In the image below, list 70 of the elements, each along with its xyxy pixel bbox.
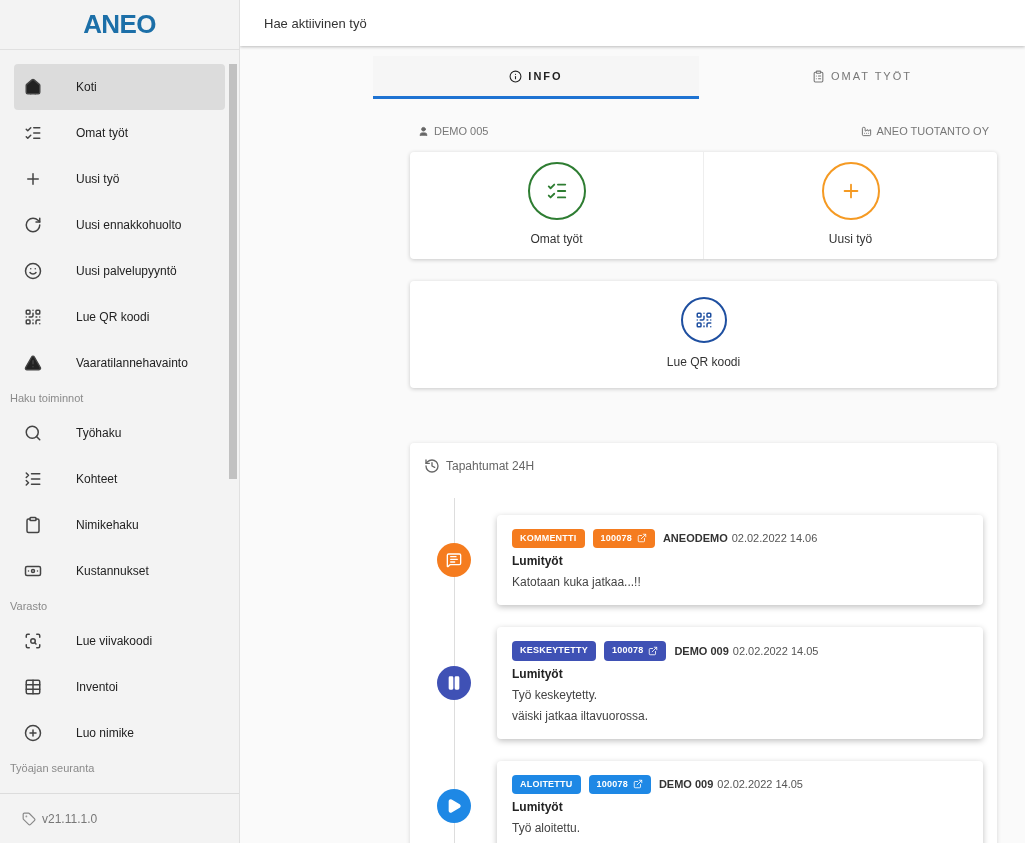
status-badge: ALOITETTU <box>512 774 581 794</box>
sidebar-item[interactable]: Kustannukset <box>14 548 225 594</box>
event-user: DEMO 009 <box>658 777 714 792</box>
history-icon <box>424 457 440 474</box>
plus-icon <box>24 170 42 188</box>
search-icon <box>24 424 42 442</box>
pause-icon <box>446 674 462 691</box>
status-badge: KESKEYTETTY <box>512 641 596 661</box>
event-text: väiski jatkaa iltavuorossa. <box>512 707 650 725</box>
person-icon <box>418 125 429 137</box>
clipboard-icon <box>24 516 42 534</box>
table-icon <box>24 678 42 696</box>
work-number-link[interactable]: 100078 <box>588 774 651 794</box>
info-icon <box>509 69 523 83</box>
user-name: DEMO 005 <box>434 124 489 139</box>
sidebar-item[interactable]: Luo nimike <box>14 710 225 756</box>
event-text: Katotaan kuka jatkaa...!! <box>512 574 642 591</box>
clipboard-icon <box>812 69 825 83</box>
qr-action-button[interactable]: Lue QR koodi <box>410 280 997 388</box>
list-icon <box>24 124 42 142</box>
company-name: ANEO TUOTANTO OY <box>876 124 989 139</box>
event-user: DEMO 009 <box>674 643 729 659</box>
tab[interactable]: INFO <box>373 56 699 99</box>
event-time: 02.02.2022 14.05 <box>717 777 803 792</box>
event-time: 02.02.2022 14.06 <box>731 531 818 546</box>
factory-icon <box>860 125 872 137</box>
sidebar-item[interactable]: Työhaku <box>14 410 225 456</box>
sidebar-item[interactable]: Nimikehaku <box>14 502 225 548</box>
version-label: v21.11.1.0 <box>42 810 98 828</box>
sidebar-item[interactable]: Uusi työ <box>14 156 225 202</box>
search-field[interactable]: Hae aktiivinen työ <box>240 0 1025 46</box>
section-label: Haku toiminnot <box>10 390 85 406</box>
tab[interactable]: OMAT TYÖT <box>699 56 1025 99</box>
sidebar-item[interactable]: Inventoi <box>14 664 225 710</box>
qr-code-icon <box>24 308 42 326</box>
action-button[interactable]: Omat työt <box>410 151 704 259</box>
sidebar-item[interactable]: Koti <box>14 64 225 110</box>
external-link-icon <box>636 533 647 544</box>
comment-icon <box>446 551 462 568</box>
sidebar-item[interactable]: Vaaratilannehavainto <box>14 340 225 386</box>
list-card-icon <box>24 470 42 488</box>
action-button[interactable]: Uusi työ <box>704 151 997 259</box>
scan-icon <box>24 632 42 650</box>
external-link-icon <box>648 645 659 656</box>
sidebar-item[interactable]: Uusi ennakkohuolto <box>14 202 225 248</box>
sidebar-item[interactable]: Omat työt <box>14 110 225 156</box>
event-user: ANEODEMO <box>662 531 728 546</box>
sidebar-item[interactable]: Lue viivakoodi <box>14 618 225 664</box>
play-icon <box>446 797 462 814</box>
face-icon <box>24 262 42 280</box>
home-icon <box>24 78 42 96</box>
tag-icon <box>22 811 36 826</box>
logo: ANEO <box>83 8 156 41</box>
section-label: Työajan seuranta <box>10 760 96 776</box>
event-text: Työ aloitettu. <box>512 820 582 837</box>
event-title: Lumityöt <box>512 665 564 683</box>
status-badge: KOMMENTTI <box>512 528 585 548</box>
events-title: Tapahtumat 24H <box>446 457 535 475</box>
circle-plus-icon <box>24 724 42 742</box>
event-title: Lumityöt <box>512 799 564 816</box>
work-number-link[interactable]: 100078 <box>604 641 667 661</box>
event-text: Työ keskeytetty. <box>512 686 599 704</box>
sidebar-item[interactable]: Kohteet <box>14 456 225 502</box>
event-time: 02.02.2022 14.05 <box>732 643 819 659</box>
section-label: Varasto <box>10 598 49 614</box>
warning-icon <box>24 354 42 372</box>
sidebar-item[interactable]: Uusi palvelupyyntö <box>14 248 225 294</box>
external-link-icon <box>632 779 643 790</box>
sidebar-item[interactable]: Lue QR koodi <box>14 294 225 340</box>
event-title: Lumityöt <box>512 553 564 570</box>
